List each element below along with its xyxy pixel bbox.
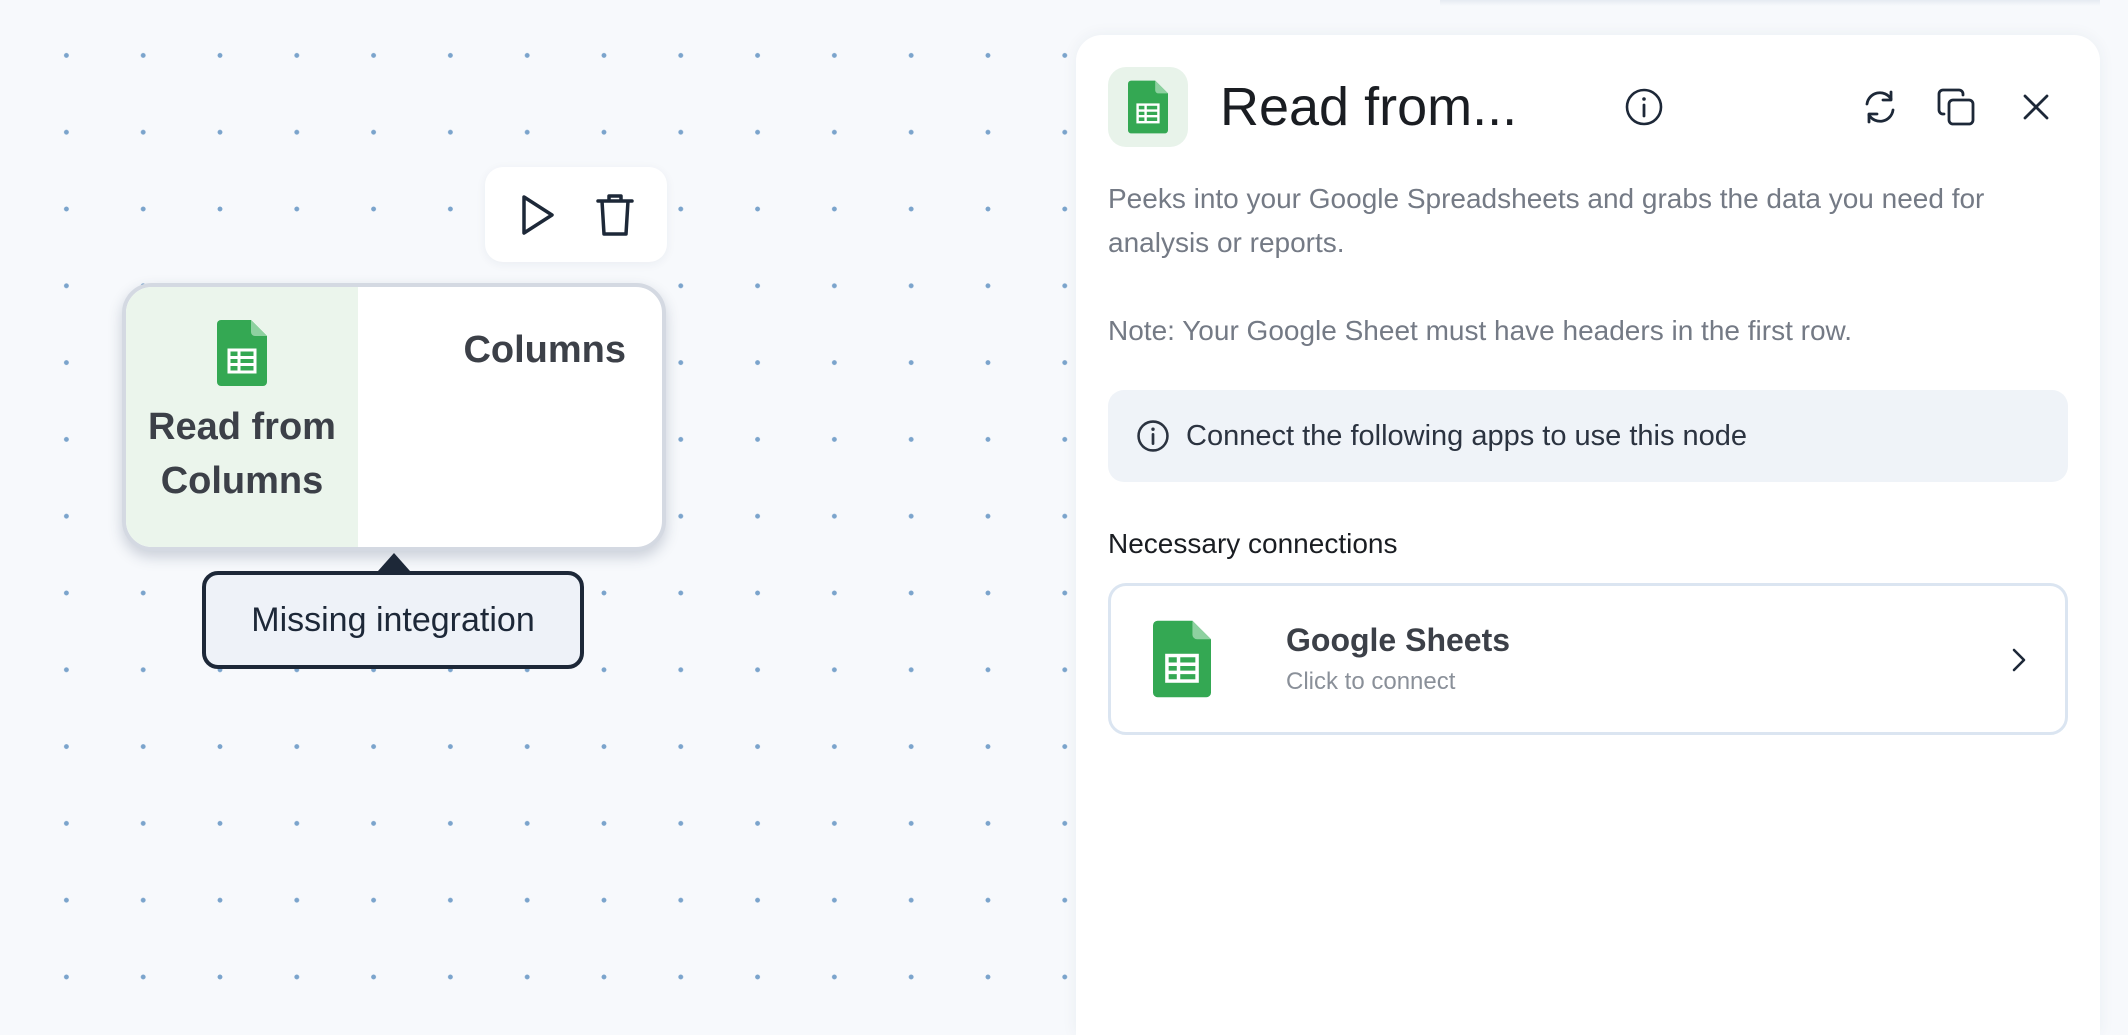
- info-icon: [1137, 420, 1169, 452]
- missing-integration-tooltip: Missing integration: [202, 571, 584, 669]
- google-sheets-icon: [1153, 620, 1211, 698]
- trash-icon: [595, 193, 634, 236]
- refresh-button[interactable]: [1852, 79, 1908, 135]
- panel-description: Peeks into your Google Spreadsheets and …: [1108, 183, 1985, 258]
- connection-name: Google Sheets: [1286, 622, 1511, 658]
- banner-text: Connect the following apps to use this n…: [1186, 419, 1748, 452]
- connection-subtitle: Click to connect: [1286, 668, 1456, 695]
- panel-title: Read from...: [1220, 77, 1518, 137]
- delete-node-button[interactable]: [585, 185, 645, 245]
- refresh-icon: [1865, 90, 1895, 124]
- info-button[interactable]: [1616, 79, 1672, 135]
- node-body: Columns: [358, 287, 662, 547]
- google-sheets-icon: [217, 320, 267, 386]
- close-icon: [2023, 94, 2049, 120]
- info-icon: [1625, 88, 1663, 126]
- necessary-connections-label: Necessary connections: [1108, 528, 1398, 559]
- close-button[interactable]: [2008, 79, 2064, 135]
- play-icon: [521, 194, 554, 235]
- node-toolbar: [485, 167, 667, 262]
- tooltip-arrow: [378, 553, 410, 571]
- top-shadow: [1440, 0, 2100, 6]
- google-sheets-connection[interactable]: Google Sheets Click to connect: [1108, 583, 2068, 735]
- node-title: Read from Columns: [148, 406, 336, 502]
- connect-apps-banner: Connect the following apps to use this n…: [1108, 390, 2068, 482]
- duplicate-button[interactable]: [1928, 79, 1984, 135]
- node-columns-label: Columns: [463, 329, 626, 371]
- panel-note: Note: Your Google Sheet must have header…: [1108, 315, 1852, 346]
- google-sheets-icon: [1128, 80, 1168, 134]
- chevron-right-icon: [2012, 648, 2026, 672]
- run-node-button[interactable]: [508, 185, 568, 245]
- workflow-node[interactable]: Read from Columns Columns: [122, 283, 666, 551]
- node-details-panel: Read from... Peeks into your Google Spre…: [1076, 35, 2100, 1035]
- panel-app-icon: [1108, 67, 1188, 147]
- node-app-section: Read from Columns: [126, 287, 358, 547]
- duplicate-icon: [1937, 88, 1975, 126]
